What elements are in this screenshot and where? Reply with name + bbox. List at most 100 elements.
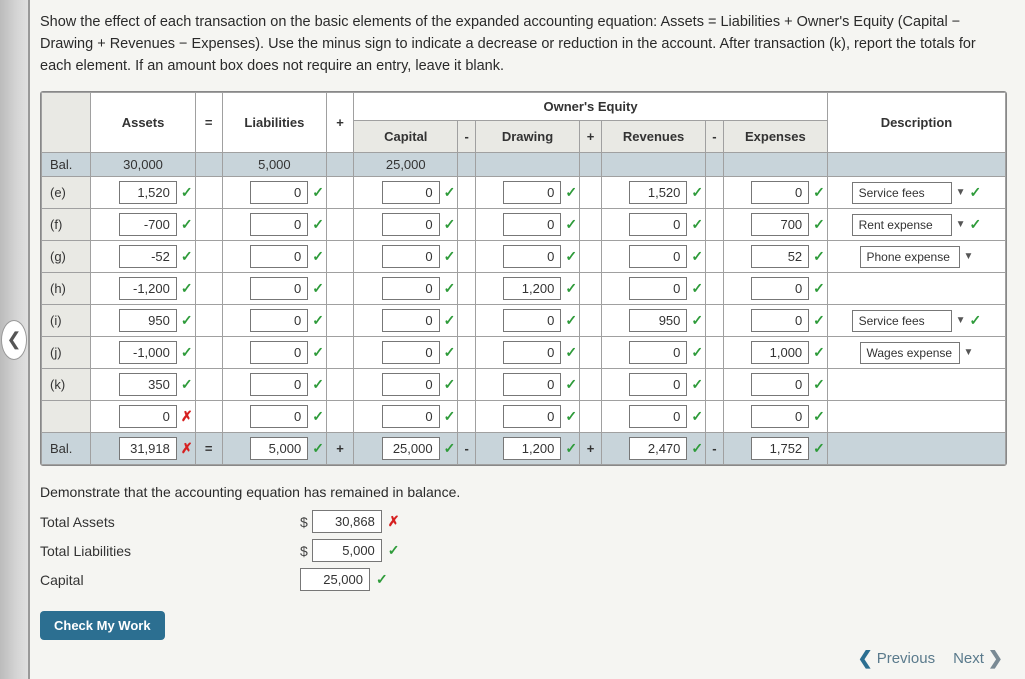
check-my-work-button[interactable]: Check My Work [40,611,165,640]
amount-input[interactable]: -700 [119,213,177,236]
amount-input[interactable]: 0 [382,373,440,396]
row-label [42,401,91,433]
static-value: 30,000 [91,153,195,177]
amount-input[interactable]: 0 [503,213,561,236]
check-icon: ✓ [444,440,456,457]
balance-label: Capital [40,572,300,588]
amount-input[interactable]: 31,918 [119,437,177,460]
amount-input[interactable]: 0 [751,277,809,300]
amount-input[interactable]: 0 [503,405,561,428]
col-desc: Description [827,93,1005,153]
amount-input[interactable]: 950 [119,309,177,332]
static-value: 5,000 [222,153,326,177]
amount-input[interactable]: 0 [503,341,561,364]
balance-input[interactable]: 5,000 [312,539,382,562]
check-icon: ✓ [813,280,825,297]
check-icon: ✓ [691,408,703,425]
amount-input[interactable]: 25,000 [382,437,440,460]
amount-input[interactable]: 0 [250,341,308,364]
cross-icon: ✗ [181,440,193,457]
amount-input[interactable]: 0 [250,213,308,236]
description-select[interactable]: Service fees [852,182,952,204]
amount-input[interactable]: 0 [751,405,809,428]
amount-input[interactable]: 1,000 [751,341,809,364]
amount-input[interactable]: -52 [119,245,177,268]
amount-input[interactable]: 0 [250,373,308,396]
row-label: (f) [42,209,91,241]
operator [326,209,353,241]
amount-input[interactable]: 0 [382,245,440,268]
amount-input[interactable]: 0 [751,373,809,396]
balance-input[interactable]: 30,868 [312,510,382,533]
amount-input[interactable]: 0 [250,181,308,204]
amount-input[interactable]: 0 [382,405,440,428]
amount-input[interactable]: 0 [629,245,687,268]
amount-input[interactable]: 0 [629,277,687,300]
operator [458,177,476,209]
amount-input[interactable]: 1,520 [629,181,687,204]
balance-label: Total Liabilities [40,543,300,559]
amount-input[interactable]: 0 [503,181,561,204]
amount-input[interactable]: 0 [382,213,440,236]
amount-input[interactable]: 0 [382,181,440,204]
operator [458,273,476,305]
amount-input[interactable]: 0 [629,373,687,396]
amount-input[interactable]: 350 [119,373,177,396]
check-icon: ✓ [691,344,703,361]
amount-input[interactable]: 0 [629,341,687,364]
dollar-sign: $ [300,514,308,530]
amount-input[interactable]: 0 [250,309,308,332]
amount-input[interactable]: 0 [751,181,809,204]
amount-input[interactable]: 0 [382,277,440,300]
amount-input[interactable]: 0 [382,309,440,332]
amount-input[interactable]: 0 [250,245,308,268]
check-icon: ✓ [312,216,324,233]
prev-side-button[interactable]: ❮ [1,320,27,360]
operator [195,305,222,337]
amount-input[interactable]: 0 [751,309,809,332]
description-select[interactable]: Rent expense [852,214,952,236]
chevron-down-icon: ▼ [956,219,966,230]
previous-label: Previous [877,650,935,667]
amount-input[interactable]: 0 [119,405,177,428]
amount-input[interactable]: 5,000 [250,437,308,460]
col-assets: Assets [91,93,195,153]
amount-input[interactable]: 1,200 [503,437,561,460]
operator: - [706,433,724,465]
chevron-down-icon: ▼ [964,347,974,358]
amount-input[interactable]: 700 [751,213,809,236]
amount-input[interactable]: 52 [751,245,809,268]
amount-input[interactable]: 0 [250,277,308,300]
description-select[interactable]: Wages expense [860,342,960,364]
next-button[interactable]: Next ❯ [953,648,1003,669]
amount-input[interactable]: -1,000 [119,341,177,364]
amount-input[interactable]: 0 [250,405,308,428]
check-icon: ✓ [970,312,982,329]
amount-input[interactable]: 1,200 [503,277,561,300]
col-expenses: Expenses [723,121,827,153]
amount-input[interactable]: 2,470 [629,437,687,460]
check-icon: ✓ [312,280,324,297]
amount-input[interactable]: 0 [629,405,687,428]
amount-input[interactable]: 1,752 [751,437,809,460]
check-icon: ✓ [181,312,193,329]
amount-input[interactable]: 1,520 [119,181,177,204]
amount-input[interactable]: 950 [629,309,687,332]
check-icon: ✓ [691,376,703,393]
check-icon: ✓ [813,312,825,329]
amount-input[interactable]: 0 [629,213,687,236]
previous-button[interactable]: ❮ Previous [858,648,935,669]
amount-input[interactable]: 0 [503,309,561,332]
check-icon: ✓ [970,184,982,201]
amount-input[interactable]: -1,200 [119,277,177,300]
amount-input[interactable]: 0 [503,245,561,268]
row-label: (i) [42,305,91,337]
check-icon: ✓ [813,440,825,457]
description-select[interactable]: Phone expense [860,246,960,268]
amount-input[interactable]: 0 [503,373,561,396]
balance-input[interactable]: 25,000 [300,568,370,591]
description-select[interactable]: Service fees [852,310,952,332]
amount-input[interactable]: 0 [382,341,440,364]
check-icon: ✓ [444,184,456,201]
check-icon: ✓ [376,571,388,588]
